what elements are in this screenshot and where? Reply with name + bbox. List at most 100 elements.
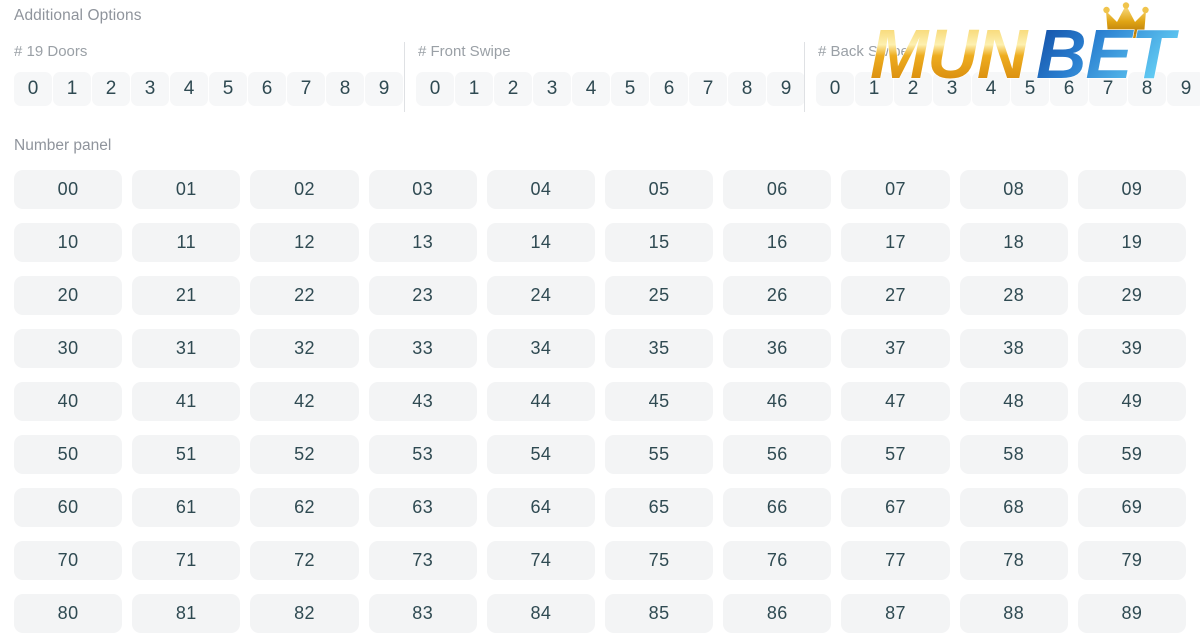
number-cell[interactable]: 50 xyxy=(14,435,123,474)
number-cell[interactable]: 07 xyxy=(841,170,950,209)
number-cell[interactable]: 53 xyxy=(368,435,477,474)
digit-chip-0[interactable]: 0 xyxy=(816,72,854,106)
number-cell[interactable]: 19 xyxy=(1077,223,1186,262)
number-cell[interactable]: 77 xyxy=(841,541,950,580)
digit-chip-3[interactable]: 3 xyxy=(933,72,971,106)
digit-chip-5[interactable]: 5 xyxy=(209,72,247,106)
number-cell[interactable]: 74 xyxy=(486,541,595,580)
digit-chip-0[interactable]: 0 xyxy=(14,72,52,106)
digit-chip-6[interactable]: 6 xyxy=(650,72,688,106)
number-cell[interactable]: 38 xyxy=(959,329,1068,368)
number-cell[interactable]: 86 xyxy=(723,594,832,633)
number-cell[interactable]: 10 xyxy=(14,223,123,262)
number-cell[interactable]: 80 xyxy=(14,594,123,633)
digit-chip-4[interactable]: 4 xyxy=(972,72,1010,106)
number-cell[interactable]: 68 xyxy=(959,488,1068,527)
number-cell[interactable]: 06 xyxy=(723,170,832,209)
digit-chip-2[interactable]: 2 xyxy=(92,72,130,106)
digit-chip-5[interactable]: 5 xyxy=(611,72,649,106)
number-cell[interactable]: 34 xyxy=(486,329,595,368)
number-cell[interactable]: 04 xyxy=(486,170,595,209)
number-cell[interactable]: 36 xyxy=(723,329,832,368)
number-cell[interactable]: 43 xyxy=(368,382,477,421)
number-cell[interactable]: 45 xyxy=(604,382,714,421)
digit-chip-2[interactable]: 2 xyxy=(494,72,532,106)
number-cell[interactable]: 52 xyxy=(250,435,359,474)
number-cell[interactable]: 17 xyxy=(841,223,950,262)
number-cell[interactable]: 79 xyxy=(1077,541,1186,580)
number-cell[interactable]: 26 xyxy=(723,276,832,315)
number-cell[interactable]: 82 xyxy=(250,594,359,633)
number-cell[interactable]: 42 xyxy=(250,382,359,421)
number-cell[interactable]: 47 xyxy=(841,382,950,421)
number-cell[interactable]: 20 xyxy=(14,276,123,315)
digit-chip-4[interactable]: 4 xyxy=(170,72,208,106)
number-cell[interactable]: 76 xyxy=(723,541,832,580)
number-cell[interactable]: 12 xyxy=(250,223,359,262)
number-cell[interactable]: 64 xyxy=(486,488,595,527)
number-cell[interactable]: 67 xyxy=(841,488,950,527)
number-cell[interactable]: 40 xyxy=(14,382,123,421)
digit-chip-9[interactable]: 9 xyxy=(365,72,403,106)
number-cell[interactable]: 73 xyxy=(368,541,477,580)
digit-chip-8[interactable]: 8 xyxy=(326,72,364,106)
number-cell[interactable]: 75 xyxy=(604,541,714,580)
number-cell[interactable]: 49 xyxy=(1077,382,1186,421)
number-cell[interactable]: 18 xyxy=(959,223,1068,262)
number-cell[interactable]: 44 xyxy=(486,382,595,421)
number-cell[interactable]: 78 xyxy=(959,541,1068,580)
number-cell[interactable]: 66 xyxy=(723,488,832,527)
number-cell[interactable]: 63 xyxy=(368,488,477,527)
number-cell[interactable]: 58 xyxy=(959,435,1068,474)
number-cell[interactable]: 02 xyxy=(250,170,359,209)
number-cell[interactable]: 60 xyxy=(14,488,123,527)
digit-chip-4[interactable]: 4 xyxy=(572,72,610,106)
number-cell[interactable]: 09 xyxy=(1077,170,1186,209)
digit-chip-2[interactable]: 2 xyxy=(894,72,932,106)
number-cell[interactable]: 83 xyxy=(368,594,477,633)
number-cell[interactable]: 16 xyxy=(723,223,832,262)
number-cell[interactable]: 21 xyxy=(132,276,241,315)
digit-chip-6[interactable]: 6 xyxy=(248,72,286,106)
number-cell[interactable]: 61 xyxy=(132,488,241,527)
number-cell[interactable]: 56 xyxy=(723,435,832,474)
number-cell[interactable]: 72 xyxy=(250,541,359,580)
number-cell[interactable]: 62 xyxy=(250,488,359,527)
number-cell[interactable]: 89 xyxy=(1077,594,1186,633)
number-cell[interactable]: 41 xyxy=(132,382,241,421)
number-cell[interactable]: 81 xyxy=(132,594,241,633)
number-cell[interactable]: 13 xyxy=(368,223,477,262)
digit-chip-5[interactable]: 5 xyxy=(1011,72,1049,106)
number-cell[interactable]: 31 xyxy=(132,329,241,368)
digit-chip-8[interactable]: 8 xyxy=(728,72,766,106)
digit-chip-0[interactable]: 0 xyxy=(416,72,454,106)
number-cell[interactable]: 01 xyxy=(132,170,241,209)
number-cell[interactable]: 85 xyxy=(604,594,714,633)
digit-chip-7[interactable]: 7 xyxy=(287,72,325,106)
number-cell[interactable]: 70 xyxy=(14,541,123,580)
number-cell[interactable]: 55 xyxy=(604,435,714,474)
number-cell[interactable]: 71 xyxy=(132,541,241,580)
number-cell[interactable]: 22 xyxy=(250,276,359,315)
number-cell[interactable]: 51 xyxy=(132,435,241,474)
number-cell[interactable]: 32 xyxy=(250,329,359,368)
number-cell[interactable]: 14 xyxy=(486,223,595,262)
digit-chip-3[interactable]: 3 xyxy=(131,72,169,106)
number-cell[interactable]: 59 xyxy=(1077,435,1186,474)
number-cell[interactable]: 54 xyxy=(486,435,595,474)
number-cell[interactable]: 37 xyxy=(841,329,950,368)
number-cell[interactable]: 39 xyxy=(1077,329,1186,368)
number-cell[interactable]: 87 xyxy=(841,594,950,633)
number-cell[interactable]: 33 xyxy=(368,329,477,368)
number-cell[interactable]: 03 xyxy=(368,170,477,209)
number-cell[interactable]: 24 xyxy=(486,276,595,315)
digit-chip-6[interactable]: 6 xyxy=(1050,72,1088,106)
number-cell[interactable]: 65 xyxy=(604,488,714,527)
number-cell[interactable]: 69 xyxy=(1077,488,1186,527)
number-cell[interactable]: 35 xyxy=(604,329,714,368)
digit-chip-7[interactable]: 7 xyxy=(1089,72,1127,106)
number-cell[interactable]: 29 xyxy=(1077,276,1186,315)
number-cell[interactable]: 88 xyxy=(959,594,1068,633)
number-cell[interactable]: 46 xyxy=(723,382,832,421)
digit-chip-8[interactable]: 8 xyxy=(1128,72,1166,106)
